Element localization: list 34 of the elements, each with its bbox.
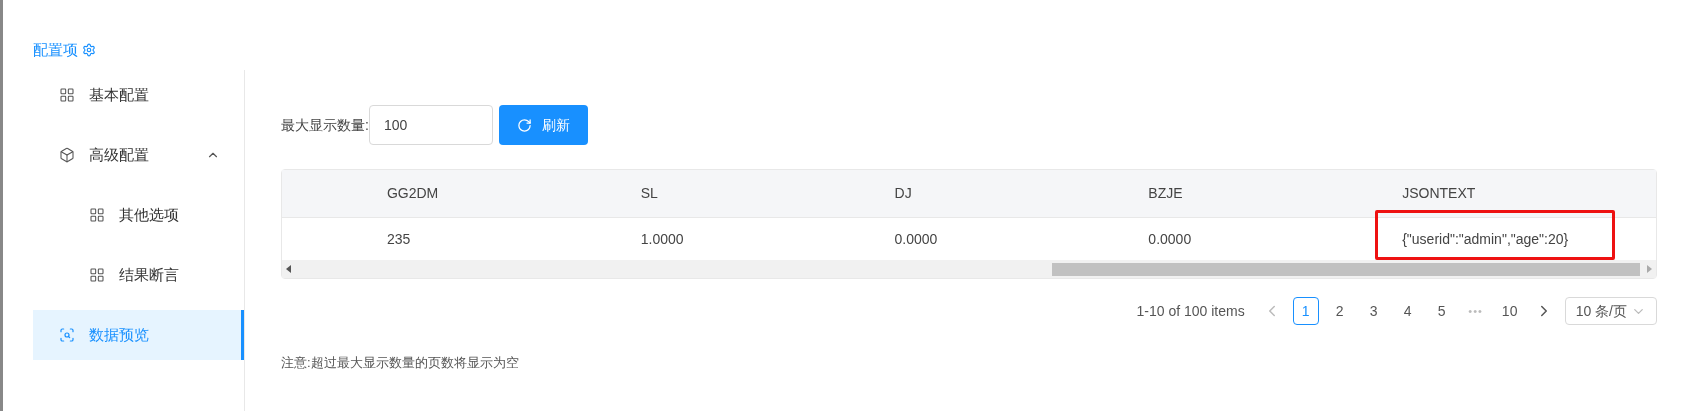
table-cell-text: 1.0000 xyxy=(640,229,684,249)
scroll-right-icon[interactable] xyxy=(1647,265,1652,273)
scroll-left-icon[interactable] xyxy=(286,265,291,273)
menu-item[interactable]: 结果断言 xyxy=(33,250,244,300)
page-button[interactable]: 2 xyxy=(1326,297,1353,325)
page-button[interactable]: 4 xyxy=(1394,297,1421,325)
cube-icon xyxy=(59,147,75,163)
page-size-select[interactable]: 10 条/页 xyxy=(1564,297,1657,325)
column-header: SL xyxy=(640,185,658,201)
note-text: 注意:超过最大显示数量的页数将显示为空 xyxy=(281,355,519,370)
settings-icon xyxy=(82,43,96,57)
column-header: DJ xyxy=(894,185,912,201)
menu-item[interactable]: 高级配置 xyxy=(33,130,244,180)
max-count-field[interactable]: 100 xyxy=(368,105,493,145)
max-count-label: 最大显示数量: xyxy=(281,115,369,135)
column-header: JSONTEXT xyxy=(1402,185,1476,201)
grid-icon xyxy=(59,87,75,103)
table-cell-text: 0.0000 xyxy=(894,229,938,249)
preview-icon xyxy=(59,327,75,343)
grid-icon xyxy=(89,207,105,223)
table-cell-text: {"userid":"admin","age":20} xyxy=(1402,229,1569,249)
table-cell-text: 235 xyxy=(386,229,411,249)
menu-item[interactable]: 其他选项 xyxy=(33,190,244,240)
page-button[interactable]: 10 xyxy=(1496,297,1523,325)
table-cell-text: 0.0000 xyxy=(1148,229,1192,249)
page-button[interactable]: 3 xyxy=(1360,297,1387,325)
sidebar-title: 配置项 xyxy=(33,39,78,60)
grid-icon xyxy=(89,267,105,283)
column-header: BZJE xyxy=(1148,185,1183,201)
column-header: GG2DM xyxy=(386,185,439,201)
pagination-summary: 1-10 of 100 items xyxy=(1136,301,1245,321)
refresh-icon xyxy=(516,117,532,133)
page-button[interactable]: 5 xyxy=(1428,297,1455,325)
menu-item[interactable]: 基本配置 xyxy=(33,70,244,120)
